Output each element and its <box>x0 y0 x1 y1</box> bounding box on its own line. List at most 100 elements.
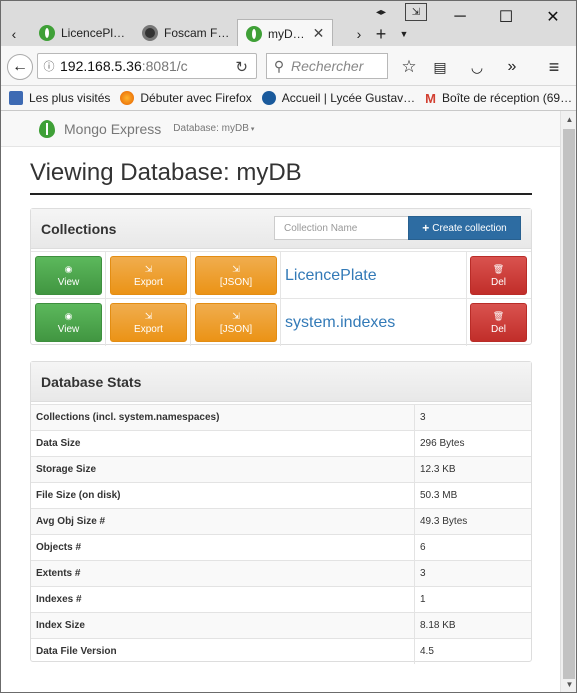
stat-key: Data File Version <box>31 639 415 664</box>
stat-key: File Size (on disk) <box>31 483 415 508</box>
stats-table: Collections (incl. system.namespaces) 3 D… <box>31 404 531 664</box>
page-scrollbar[interactable]: ▲ ▼ <box>560 111 576 692</box>
bookmark-firefox[interactable]: Débuter avec Firefox <box>120 91 252 105</box>
close-window-button[interactable]: ✕ <box>531 1 575 33</box>
tab-foscam[interactable]: Foscam F… <box>134 20 234 46</box>
bookmark-icon <box>9 91 23 105</box>
database-dropdown[interactable]: Database: myDB ▾ <box>173 123 254 134</box>
collection-link-licenceplate[interactable]: LicencePlate <box>285 252 377 299</box>
bookmark-label: Débuter avec Firefox <box>140 91 252 105</box>
page-title: Viewing Database: myDB <box>30 159 302 186</box>
tabs-scroll-left-icon[interactable]: ‹ <box>5 23 23 45</box>
info-icon[interactable]: ⓘ <box>38 58 60 74</box>
view-button[interactable]: ◉ View <box>35 256 102 295</box>
trash-icon: 🗑 <box>492 310 505 321</box>
bookmark-label: Les plus visités <box>29 91 111 105</box>
collection-name-input[interactable]: Collection Name <box>274 216 409 240</box>
cell-divider <box>105 299 106 346</box>
stat-value: 3 <box>420 568 426 579</box>
collection-link-system-indexes[interactable]: system.indexes <box>285 299 395 346</box>
stat-key: Index Size <box>31 613 415 638</box>
stat-value: 296 Bytes <box>420 438 465 449</box>
bookmark-lycee[interactable]: Accueil | Lycée Gustav… <box>261 91 416 105</box>
eye-icon: ◉ <box>64 263 73 274</box>
cell-divider <box>190 252 191 299</box>
restore-icon[interactable]: ⇲ <box>405 3 427 21</box>
table-row: File Size (on disk) 50.3 MB <box>31 482 531 508</box>
stat-value: 49.3 Bytes <box>420 516 468 527</box>
stat-key: Indexes # <box>31 587 415 612</box>
del-label: Del <box>490 323 506 335</box>
view-button[interactable]: ◉ View <box>35 303 102 342</box>
stat-key: Data Size <box>31 431 415 456</box>
overflow-icon[interactable]: » <box>501 56 523 78</box>
export-json-button[interactable]: ⇲ [JSON] <box>195 256 277 295</box>
maximize-button[interactable]: ☐ <box>484 1 528 33</box>
tabs-scroll-right-icon[interactable]: › <box>351 23 367 45</box>
scrollbar-thumb[interactable] <box>563 129 575 679</box>
tab-licenceplate[interactable]: LicencePl… <box>31 20 131 46</box>
mongo-leaf-icon <box>39 119 55 138</box>
cell-divider <box>466 252 467 299</box>
tab-mydb[interactable]: myD… ✕ <box>237 19 333 47</box>
database-dropdown-label: Database: myDB <box>173 123 249 134</box>
bookmark-star-icon[interactable]: ☆ <box>398 56 420 78</box>
new-tab-button[interactable]: + <box>371 23 391 45</box>
export-icon: ⇲ <box>232 263 240 274</box>
stat-value: 12.3 KB <box>420 464 456 475</box>
export-button[interactable]: ⇲ Export <box>110 256 187 295</box>
stat-value: 1 <box>420 594 426 605</box>
url-bar[interactable]: ⓘ 192.168.5.36:8081/c ↻ <box>37 53 257 79</box>
bookmarks-bar: Les plus visités Débuter avec Firefox Ac… <box>1 86 576 111</box>
table-row: Extents # 3 <box>31 560 531 586</box>
del-label: Del <box>490 276 506 288</box>
export-icon: ⇲ <box>144 310 153 321</box>
export-button[interactable]: ⇲ Export <box>110 303 187 342</box>
bookmark-label: Boîte de réception (69… <box>442 91 573 105</box>
stat-value: 3 <box>420 412 426 423</box>
database-stats-panel: Database Stats Collections (incl. system… <box>30 361 532 664</box>
back-button[interactable]: ← <box>7 54 33 80</box>
mongo-leaf-icon <box>39 25 55 41</box>
search-box[interactable]: ⚲ Rechercher <box>266 53 388 79</box>
pocket-icon[interactable]: ◡ <box>466 56 488 78</box>
bookmark-most-visited[interactable]: Les plus visités <box>9 91 110 105</box>
bookmark-label: Accueil | Lycée Gustav… <box>281 91 416 105</box>
stats-header: Database Stats <box>31 362 531 402</box>
scroll-up-icon[interactable]: ▲ <box>561 111 576 128</box>
cell-divider <box>280 252 281 299</box>
stat-key: Extents # <box>31 561 415 586</box>
reload-icon[interactable]: ↻ <box>235 58 248 76</box>
tab-sizer-icon[interactable]: ◂▸ <box>370 4 392 20</box>
export-json-button[interactable]: ⇲ [JSON] <box>195 303 277 342</box>
export-icon: ⇲ <box>144 263 153 274</box>
stat-value: 8.18 KB <box>420 620 456 631</box>
plus-icon: + <box>422 221 430 235</box>
search-placeholder: Rechercher <box>291 58 364 74</box>
export-icon: ⇲ <box>232 310 240 321</box>
close-tab-icon[interactable]: ✕ <box>313 25 325 42</box>
page-viewport: Mongo Express Database: myDB ▾ Viewing D… <box>1 111 560 692</box>
lycee-icon <box>261 91 276 105</box>
tab-list-icon[interactable]: ▼ <box>397 23 411 45</box>
stat-value: 50.3 MB <box>420 490 458 501</box>
scroll-down-icon[interactable]: ▼ <box>561 676 576 692</box>
bookmark-gmail[interactable]: M Boîte de réception (69… <box>425 91 572 106</box>
tab-label: LicencePl… <box>61 26 126 40</box>
firefox-icon <box>120 91 135 105</box>
hamburger-menu-icon[interactable]: ≡ <box>543 56 565 78</box>
collections-title: Collections <box>41 220 117 237</box>
create-collection-button[interactable]: + Create collection <box>408 216 521 240</box>
collection-row: ◉ View ⇲ Export ⇲ [JSON] system.indexes … <box>31 298 531 346</box>
view-label: View <box>57 276 80 288</box>
reader-list-icon[interactable]: ▤ <box>429 56 451 78</box>
stat-value: 6 <box>420 542 426 553</box>
export-label: Export <box>134 276 163 288</box>
delete-button[interactable]: 🗑 Del <box>470 303 527 342</box>
view-label: View <box>57 323 80 335</box>
json-label: [JSON] <box>219 323 253 335</box>
delete-button[interactable]: 🗑 Del <box>470 256 527 295</box>
table-row: Objects # 6 <box>31 534 531 560</box>
minimize-button[interactable]: ─ <box>438 1 482 33</box>
brand-link[interactable]: Mongo Express <box>64 121 161 137</box>
